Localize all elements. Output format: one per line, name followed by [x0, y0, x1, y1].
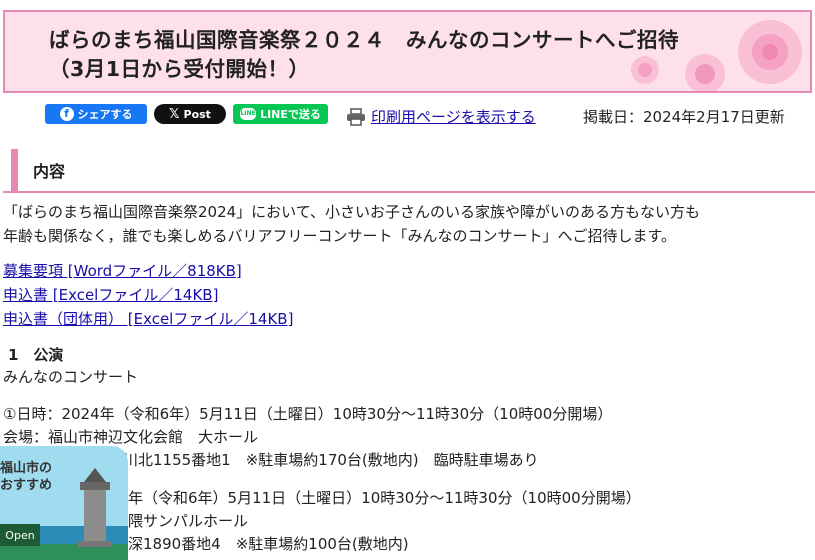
section-title: 内容 [33, 162, 66, 181]
application-excel-link[interactable]: 申込書 [Excelファイル／14KB] [3, 283, 293, 307]
x-post-button[interactable]: 𝕏 Post [154, 104, 226, 124]
title-line-2: （3月1日から受付開始！） [49, 57, 310, 81]
page-title-box: ばらのまち福山国際音楽祭２０２４ みんなのコンサートへご招待 （3月1日から受付… [3, 10, 812, 93]
banner-title-line-1: 福山市の [0, 461, 53, 476]
print-link-group: 印刷用ページを表示する [346, 106, 536, 127]
intro-line-1: 「ばらのまち福山国際音楽祭2024」において、小さいお子さんのいる家族や障がいの… [3, 203, 700, 221]
printer-icon [347, 107, 365, 126]
page-title: ばらのまち福山国際音楽祭２０２４ みんなのコンサートへご招待 （3月1日から受付… [49, 26, 789, 84]
download-links: 募集要項 [Wordファイル／818KB] 申込書 [Excelファイル／14K… [3, 259, 293, 331]
x-icon: 𝕏 [169, 106, 180, 122]
posted-date: 掲載日：2024年2月17日更新 [583, 108, 785, 126]
event2-datetime: 年（令和6年）5月11日（土曜日）10時30分～11時30分（10時00分開場） [128, 489, 641, 507]
event1-venue: 会場：福山市神辺文化会館 大ホール [3, 428, 259, 446]
event1-datetime: ①日時：2024年（令和6年）5月11日（土曜日）10時30分～11時30分（1… [3, 405, 613, 423]
banner-title: 福山市の おすすめ [0, 460, 52, 494]
line-icon: LINE [240, 108, 257, 120]
print-page-link[interactable]: 印刷用ページを表示する [371, 106, 536, 127]
guideline-word-link[interactable]: 募集要項 [Wordファイル／818KB] [3, 259, 293, 283]
concert-name: みんなのコンサート [3, 368, 139, 386]
heading-accent-bar [11, 149, 18, 191]
facebook-share-button[interactable]: f シェアする [45, 104, 147, 124]
facebook-icon: f [59, 107, 74, 121]
title-line-1: ばらのまち福山国際音楽祭２０２４ みんなのコンサートへご招待 [49, 28, 679, 52]
banner-open-button[interactable]: Open [0, 524, 40, 546]
intro-line-2: 年齢も関係なく，誰でも楽しめるバリアフリーコンサート「みんなのコンサート」へご招… [3, 227, 677, 245]
facebook-share-label: シェアする [77, 108, 133, 121]
line-send-label: LINEで送る [260, 108, 321, 121]
intro-paragraph: 「ばらのまち福山国際音楽祭2024」において、小さいお子さんのいる家族や障がいの… [3, 200, 815, 248]
banner-title-line-2: おすすめ [0, 478, 53, 493]
event2-address: 深1890番地4 ※駐車場約100台(敷地内) [128, 535, 409, 553]
share-toolbar: f シェアする 𝕏 Post LINE LINEで送る 印刷用ページを表示する … [0, 104, 815, 128]
performance-subheading: 1 公演 [8, 346, 64, 364]
event2-venue: 隈サンパルホール [128, 512, 249, 530]
line-send-button[interactable]: LINE LINEで送る [233, 104, 328, 124]
recommend-banner[interactable]: 福山市の おすすめ Open [0, 446, 128, 560]
x-post-label: Post [183, 107, 211, 121]
group-application-excel-link[interactable]: 申込書（団体用） [Excelファイル／14KB] [3, 307, 293, 331]
section-heading: 内容 [3, 149, 815, 193]
